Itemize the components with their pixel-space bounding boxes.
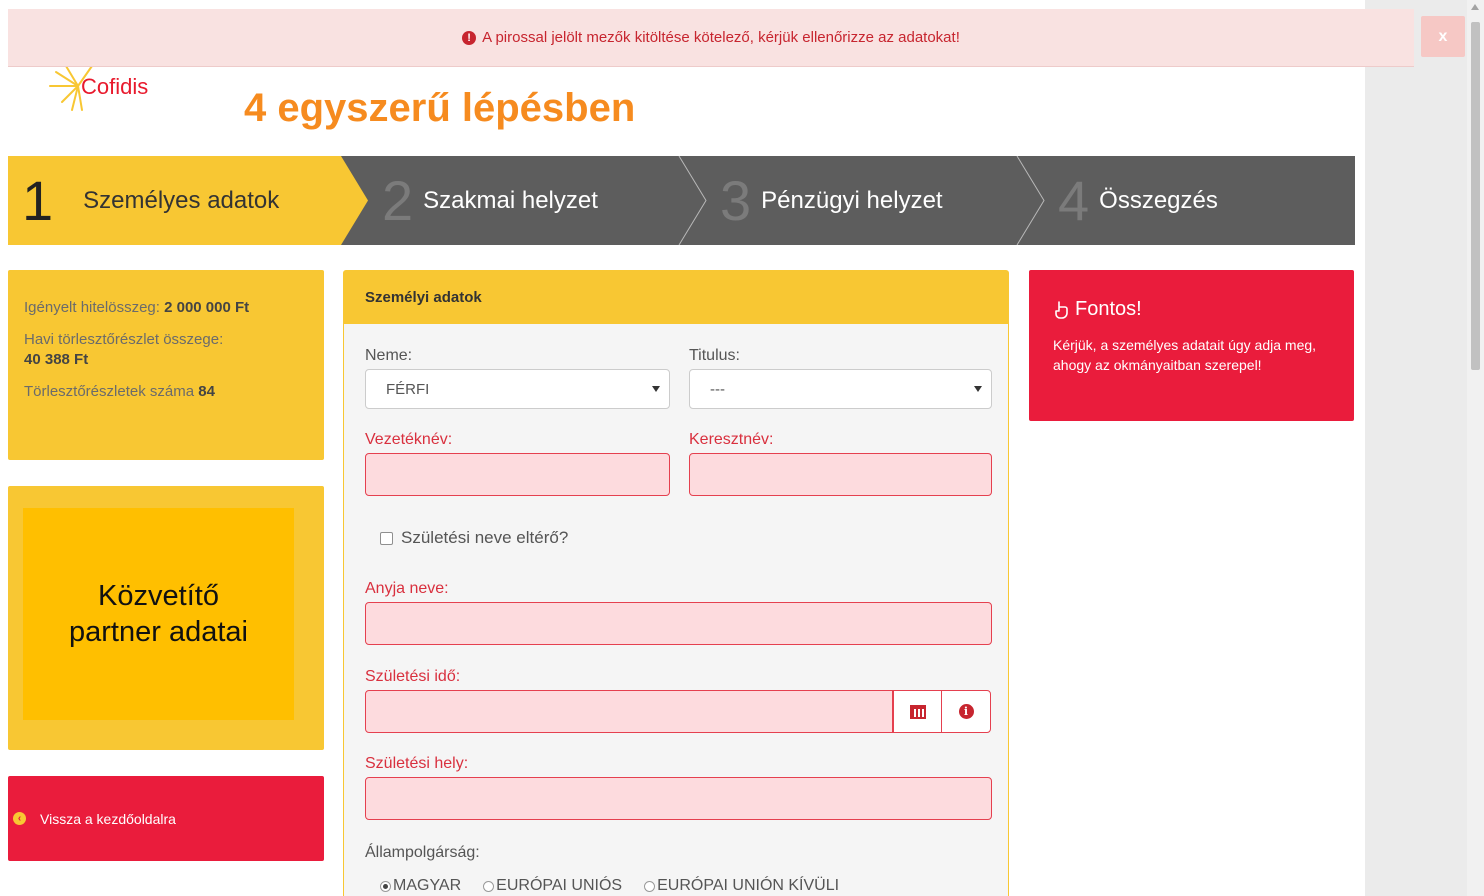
gender-select-value: FÉRFI — [386, 380, 430, 398]
cofidis-logo[interactable]: Cofidis — [48, 62, 188, 122]
gender-select[interactable]: FÉRFI — [365, 369, 670, 409]
citizenship-option-hungarian[interactable]: MAGYAR — [380, 877, 461, 895]
page-title: 4 egyszerű lépésben — [244, 86, 636, 130]
installment-label: Havi törlesztőrészlet összege: — [24, 331, 224, 348]
birthdate-label: Születési idő: — [365, 668, 461, 685]
step-number: 2 — [382, 168, 414, 232]
birthdate-input[interactable] — [365, 690, 893, 733]
error-alert-banner: ! A pirossal jelölt mezők kitöltése köte… — [8, 9, 1414, 67]
firstname-input[interactable] — [689, 453, 992, 496]
step-label: Személyes adatok — [83, 186, 280, 214]
hand-pointer-icon — [1055, 300, 1068, 319]
loan-amount-label: Igényelt hitelösszeg: — [24, 299, 160, 316]
partner-placeholder: Közvetítő partner adatai — [23, 508, 294, 720]
lastname-input[interactable] — [365, 453, 670, 496]
page-gutter — [1365, 0, 1467, 896]
installment-value: 40 388 Ft — [24, 351, 89, 368]
step-label: Összegzés — [1099, 186, 1218, 214]
calendar-icon — [909, 704, 926, 719]
loan-amount-value: 2 000 000 Ft — [164, 299, 250, 316]
vertical-scrollbar[interactable] — [1467, 0, 1484, 896]
installment-row: Havi törlesztőrészlet összege: 40 388 Ft — [24, 330, 308, 370]
installment-count-value: 84 — [198, 383, 215, 400]
step-number: 4 — [1058, 168, 1090, 232]
title-select-value: --- — [710, 380, 725, 398]
notice-body: Kérjük, a személyes adatait úgy adja meg… — [1053, 337, 1317, 373]
step-number: 1 — [22, 168, 54, 232]
personal-data-form: Személyi adatok Neme: FÉRFI Titulus: ---… — [343, 270, 1009, 896]
partner-line-2: partner adatai — [69, 616, 248, 648]
birthdate-info-button[interactable]: i — [941, 690, 991, 733]
dropdown-caret-icon — [652, 386, 660, 392]
exclamation-circle-icon: ! — [462, 30, 477, 45]
step-3[interactable]: 3 Pénzügyi helyzet — [720, 156, 943, 245]
gender-label: Neme: — [365, 347, 413, 364]
back-to-home-button[interactable]: ‹ Vissza a kezdőoldalra — [8, 776, 324, 861]
chevron-left-circle-icon: ‹ — [13, 812, 26, 825]
radio-button[interactable] — [644, 880, 656, 892]
radio-button[interactable] — [380, 880, 391, 892]
installment-count-label: Törlesztőrészletek száma — [24, 383, 195, 400]
alert-message: A pirossal jelölt mezők kitöltése kötele… — [482, 29, 960, 46]
step-label: Pénzügyi helyzet — [761, 186, 943, 214]
calendar-button[interactable] — [892, 690, 942, 733]
birthname-checkbox-row[interactable]: Születési neve eltérő? — [380, 528, 568, 548]
citizenship-option-eu[interactable]: EURÓPAI UNIÓS — [483, 877, 622, 895]
logo-text: Cofidis — [81, 74, 149, 99]
scrollbar-thumb[interactable] — [1471, 22, 1480, 370]
back-link-label: Vissza a kezdőoldalra — [40, 810, 176, 827]
radio-button[interactable] — [483, 880, 495, 892]
mother-name-label: Anyja neve: — [365, 580, 449, 597]
firstname-label: Keresztnév: — [689, 431, 774, 448]
radio-label: MAGYAR — [393, 877, 462, 894]
step-4[interactable]: 4 Összegzés — [1058, 156, 1218, 245]
info-icon: i — [958, 704, 974, 719]
radio-label: EURÓPAI UNIÓS — [496, 877, 623, 894]
notice-title: Fontos! — [1075, 298, 1142, 320]
birthname-checkbox-label: Születési neve eltérő? — [401, 528, 569, 547]
birthplace-label: Születési hely: — [365, 755, 469, 772]
step-number: 3 — [720, 168, 752, 232]
birthname-checkbox[interactable] — [380, 531, 393, 545]
alert-close-button[interactable]: x — [1421, 16, 1465, 57]
step-1[interactable]: 1 Személyes adatok — [22, 156, 279, 245]
title-label: Titulus: — [689, 347, 740, 364]
radio-label: EURÓPAI UNIÓN KÍVÜLI — [657, 877, 840, 894]
birthplace-input[interactable] — [365, 777, 992, 820]
form-header: Személyi adatok — [344, 271, 1008, 324]
title-select[interactable]: --- — [689, 369, 992, 409]
citizenship-radio-group: MAGYAR EURÓPAI UNIÓS EURÓPAI UNIÓN KÍVÜL… — [380, 877, 861, 895]
step-label: Szakmai helyzet — [423, 186, 598, 214]
citizenship-option-non-eu[interactable]: EURÓPAI UNIÓN KÍVÜLI — [644, 877, 839, 895]
loan-amount-row: Igényelt hitelösszeg: 2 000 000 Ft — [24, 298, 308, 318]
partner-panel: Közvetítő partner adatai — [8, 486, 324, 750]
installment-count-row: Törlesztőrészletek száma 84 — [24, 382, 308, 402]
scroll-up-arrow-icon[interactable] — [1471, 4, 1479, 10]
citizenship-label: Állampolgárság: — [365, 844, 480, 861]
important-notice: Fontos! Kérjük, a személyes adatait úgy … — [1029, 270, 1354, 421]
loan-summary-panel: Igényelt hitelösszeg: 2 000 000 Ft Havi … — [8, 270, 324, 460]
lastname-label: Vezetéknév: — [365, 431, 453, 448]
progress-steps: 1 Személyes adatok 2 Szakmai helyzet 3 P… — [8, 156, 1355, 245]
mother-name-input[interactable] — [365, 602, 992, 645]
dropdown-caret-icon — [974, 386, 982, 392]
step-2[interactable]: 2 Szakmai helyzet — [382, 156, 598, 245]
partner-line-1: Közvetítő — [98, 580, 219, 612]
